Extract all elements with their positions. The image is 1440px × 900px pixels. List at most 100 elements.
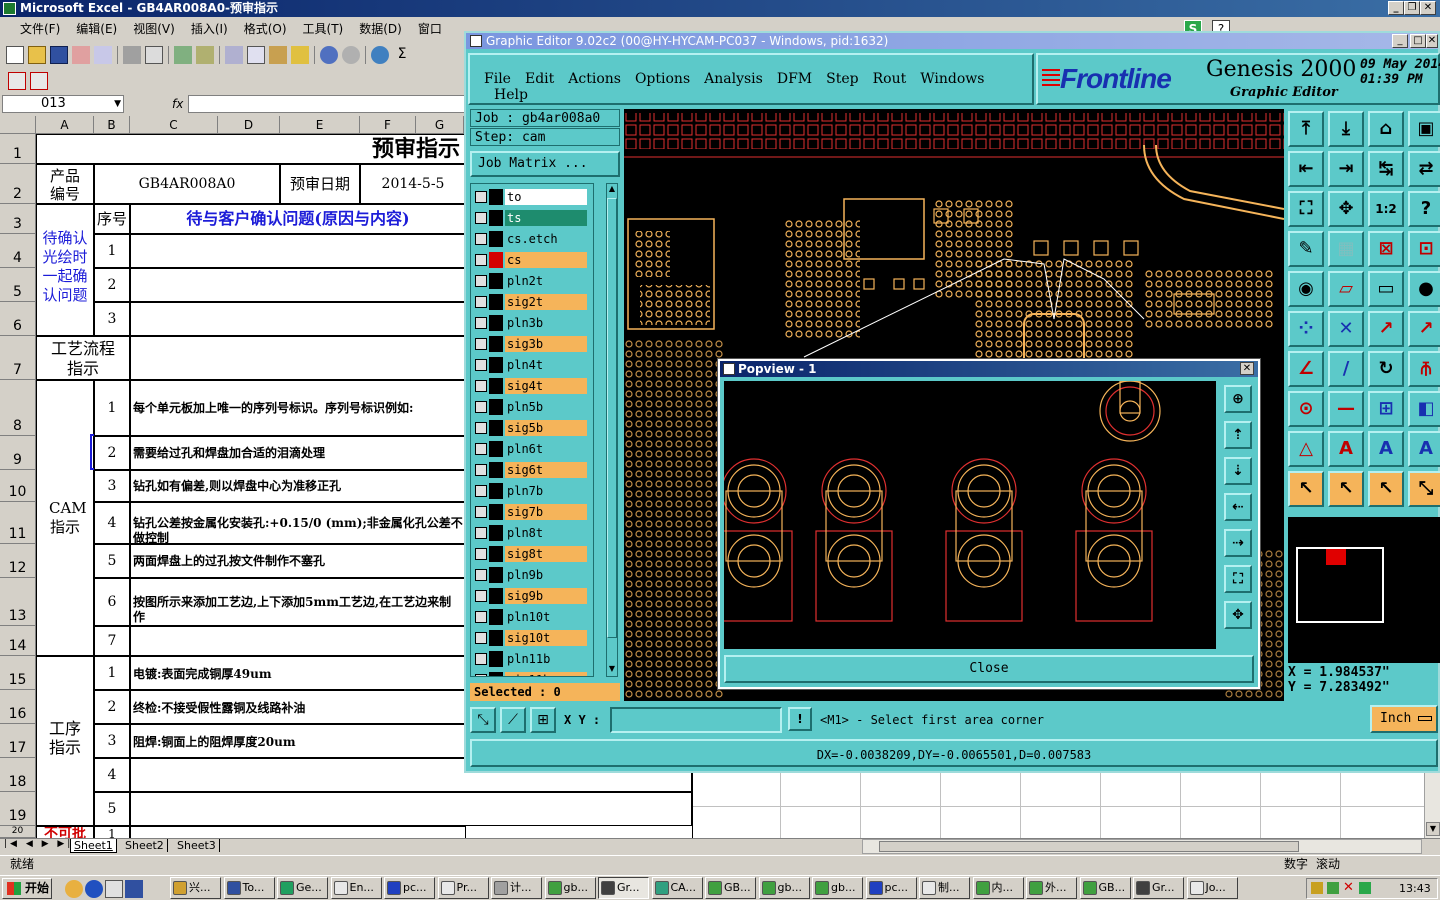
issue-header[interactable]: 待与客户确认问题(原因与内容): [130, 204, 466, 234]
overview-map[interactable]: [1288, 517, 1440, 663]
print-icon[interactable]: [123, 46, 141, 64]
cam-seq[interactable]: 2: [94, 436, 130, 470]
confirm-content[interactable]: [130, 302, 466, 336]
row-header[interactable]: 20: [0, 826, 36, 838]
sheet-title[interactable]: 预审指示: [36, 134, 466, 164]
proc-group-label[interactable]: 工序指示: [36, 656, 94, 826]
column-header-g[interactable]: G: [416, 116, 464, 134]
task-button[interactable]: Pr...: [437, 877, 489, 899]
process-label[interactable]: 工艺流程指示: [36, 336, 130, 380]
layer-row[interactable]: sig9b: [471, 587, 593, 605]
menu-format[interactable]: 格式(O): [236, 19, 295, 39]
new-icon[interactable]: [6, 46, 24, 64]
menu-edit[interactable]: 编辑(E): [68, 19, 125, 39]
menu-actions[interactable]: Actions: [568, 71, 621, 87]
task-button[interactable]: gb...: [758, 877, 810, 899]
sheet-tab-1[interactable]: Sheet1: [70, 839, 117, 853]
task-button[interactable]: pc...: [865, 877, 917, 899]
ruler-icon[interactable]: ✎: [1288, 231, 1324, 267]
column-header-b[interactable]: B: [94, 116, 130, 134]
column-header-d[interactable]: D: [218, 116, 280, 134]
confirm-group-label[interactable]: 待确认光绘时一起确认问题: [36, 204, 94, 336]
triangle-icon[interactable]: △: [1288, 431, 1324, 467]
menu-dfm[interactable]: DFM: [777, 71, 812, 87]
cam-seq[interactable]: 5: [94, 544, 130, 578]
layer-checkbox[interactable]: [475, 422, 487, 434]
spelling-icon[interactable]: [174, 46, 192, 64]
row-header[interactable]: 17: [0, 724, 36, 758]
task-button[interactable]: Ge...: [277, 877, 328, 899]
menu-options[interactable]: Options: [635, 71, 690, 87]
save-icon[interactable]: [50, 46, 68, 64]
layer-checkbox[interactable]: [475, 317, 487, 329]
clock-app-icon[interactable]: [65, 880, 83, 898]
task-button[interactable]: 兴...: [170, 877, 221, 899]
layer-row[interactable]: pln6t: [471, 440, 593, 458]
copy-icon[interactable]: [247, 46, 265, 64]
a3-icon[interactable]: A: [1408, 431, 1440, 467]
seq-header[interactable]: 序号: [94, 204, 130, 234]
layer-checkbox[interactable]: [475, 653, 487, 665]
bus-icon[interactable]: ⫚: [1408, 351, 1440, 387]
row-header[interactable]: 2: [0, 164, 36, 204]
cam-seq[interactable]: 7: [94, 626, 130, 656]
horizontal-scrollbar[interactable]: [862, 839, 1422, 854]
proc-instruction[interactable]: 阻焊:铜面上的阻焊厚度20um: [130, 724, 466, 758]
layer-checkbox[interactable]: [475, 212, 487, 224]
layer-list-scrollbar[interactable]: ▲ ▼: [606, 183, 618, 677]
layer-row[interactable]: sig10t: [471, 629, 593, 647]
grid-button[interactable]: ⊞: [530, 707, 556, 733]
last-group-label[interactable]: 不可批: [36, 826, 94, 838]
proc-seq[interactable]: 2: [94, 690, 130, 724]
column-header-f[interactable]: F: [360, 116, 416, 134]
format-painter-icon[interactable]: [291, 46, 309, 64]
layer-checkbox[interactable]: [475, 359, 487, 371]
popview-zoom-in-icon[interactable]: ⊕: [1224, 385, 1252, 413]
task-button[interactable]: 外...: [1026, 877, 1077, 899]
node-icon[interactable]: ⊙: [1288, 391, 1324, 427]
task-button[interactable]: To...: [223, 877, 275, 899]
close-button[interactable]: ✕: [1420, 1, 1436, 15]
cam-instruction[interactable]: 需要给过孔和焊盘加合适的泪滴处理: [130, 436, 466, 470]
layer-checkbox[interactable]: [475, 254, 487, 266]
cam-instruction[interactable]: [130, 626, 466, 656]
genesis-minimize-button[interactable]: _: [1392, 34, 1408, 48]
pan-left-icon[interactable]: ⇤: [1288, 151, 1324, 187]
fx-label[interactable]: fx: [172, 95, 183, 113]
redo-icon[interactable]: [342, 46, 360, 64]
flip-icon[interactable]: ↹: [1368, 151, 1404, 187]
select-all-corner[interactable]: [0, 116, 36, 134]
layer-row[interactable]: sig8t: [471, 545, 593, 563]
namebox[interactable]: 013 ▼: [2, 95, 124, 113]
task-button[interactable]: En...: [330, 877, 382, 899]
snap-button[interactable]: ⟋: [500, 707, 526, 733]
row-header[interactable]: 10: [0, 470, 36, 502]
scale-icon[interactable]: ▭: [1368, 271, 1404, 307]
layer-checkbox[interactable]: [475, 233, 487, 245]
zoom-area-button[interactable]: ⤡: [470, 707, 496, 733]
menu-window[interactable]: 窗口: [410, 19, 450, 39]
menu-insert[interactable]: 插入(I): [183, 19, 236, 39]
proc-instruction[interactable]: [130, 792, 692, 826]
layer-checkbox[interactable]: [475, 548, 487, 560]
edit-icon[interactable]: [105, 880, 123, 898]
tab-nav-arrows[interactable]: |◀ ◀ ▶ ▶|: [4, 839, 73, 849]
layer-row[interactable]: sig4t: [471, 377, 593, 395]
menu-help[interactable]: Help: [494, 87, 528, 103]
step-icon[interactable]: ⊞: [1368, 391, 1404, 427]
start-button[interactable]: 开始: [2, 878, 52, 899]
cam-seq[interactable]: 4: [94, 502, 130, 544]
task-button[interactable]: Gr...: [598, 877, 649, 899]
connect-icon[interactable]: ⁘: [1288, 311, 1324, 347]
product-label[interactable]: 产品编号: [36, 164, 94, 204]
route-icon[interactable]: ⤡: [1408, 471, 1440, 507]
popview-close-button[interactable]: ✕: [1240, 362, 1254, 375]
paste-icon[interactable]: [269, 46, 287, 64]
layer-row[interactable]: cs.etch: [471, 230, 593, 248]
popview-center-icon[interactable]: ✥: [1224, 601, 1252, 629]
netlist-icon[interactable]: ⊠: [1368, 231, 1404, 267]
column-header-e[interactable]: E: [280, 116, 360, 134]
layer-checkbox[interactable]: [475, 380, 487, 392]
layer-checkbox[interactable]: [475, 296, 487, 308]
help-icon[interactable]: ?: [1408, 191, 1440, 227]
